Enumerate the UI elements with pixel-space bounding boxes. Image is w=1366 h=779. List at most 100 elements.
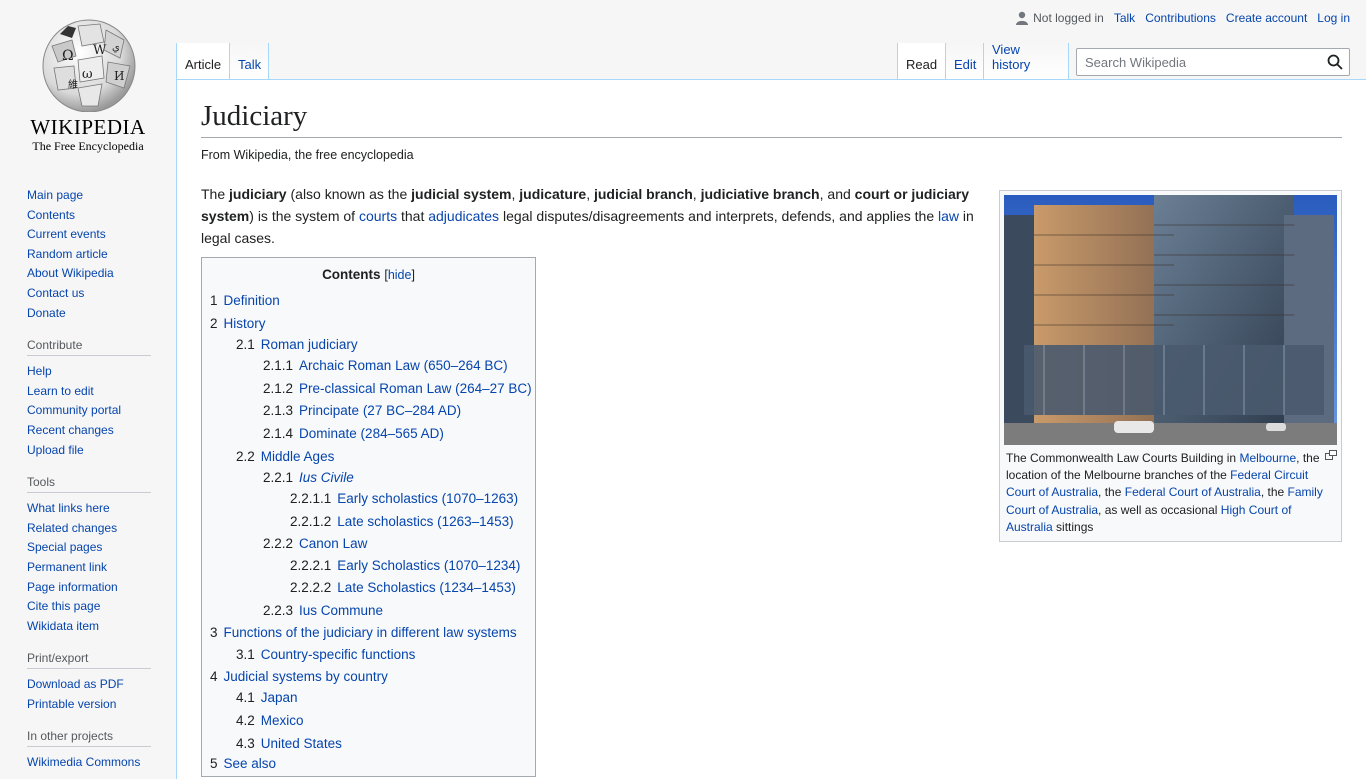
sidebar-item-wikidata-item[interactable]: Wikidata item [27, 619, 99, 633]
toc-item[interactable]: 2.2.1.1 Early scholastics (1070–1263) [290, 491, 518, 506]
toc-item-link[interactable]: Functions of the judiciary in different … [224, 625, 517, 640]
toc-item[interactable]: 2.1.3 Principate (27 BC–284 AD) [263, 403, 461, 418]
toc-item-link[interactable]: Archaic Roman Law (650–264 BC) [299, 358, 508, 373]
toc-item[interactable]: 2.2.1 Ius Civile [263, 470, 354, 485]
toc-item[interactable]: 5 See also [210, 756, 276, 771]
sidebar-item-help[interactable]: Help [27, 364, 52, 378]
toc-item-link[interactable]: Pre-classical Roman Law (264–27 BC) [299, 381, 532, 396]
toc-item-link[interactable]: Middle Ages [261, 449, 335, 464]
toc-item-link[interactable]: Canon Law [299, 536, 367, 551]
toc-item[interactable]: 2 History [210, 316, 266, 331]
toc-item[interactable]: 2.1 Roman judiciary [236, 337, 358, 352]
toc-item[interactable]: 3 Functions of the judiciary in different… [210, 625, 517, 640]
toc-item[interactable]: 2.1.1 Archaic Roman Law (650–264 BC) [263, 358, 508, 373]
toc-item-link[interactable]: Judicial systems by country [224, 669, 388, 684]
toc-item[interactable]: 2.1.4 Dominate (284–565 AD) [263, 426, 444, 441]
sidebar-item-related-changes[interactable]: Related changes [27, 521, 117, 535]
title-divider [201, 137, 1342, 138]
toc-item-link[interactable]: Ius Commune [299, 603, 383, 618]
toc-item[interactable]: 2.1.2 Pre-classical Roman Law (264–27 BC) [263, 381, 532, 396]
toc-item-link[interactable]: Dominate (284–565 AD) [299, 426, 444, 441]
sidebar-item-printable-version[interactable]: Printable version [27, 697, 116, 711]
toc-item-number: 2.1 [236, 337, 255, 352]
contributions-link[interactable]: Contributions [1145, 11, 1216, 25]
tab-read[interactable]: Read [897, 43, 945, 79]
toc-item-link[interactable]: Late Scholastics (1234–1453) [337, 580, 516, 595]
page-title: Judiciary [201, 100, 308, 132]
contribute-portal: Contribute Help Learn to edit Community … [27, 338, 157, 460]
toc-item[interactable]: 4.2 Mexico [236, 713, 304, 728]
other-projects-portal: In other projects Wikimedia Commons [27, 729, 157, 773]
link-law[interactable]: law [938, 208, 959, 224]
create-account-link[interactable]: Create account [1226, 11, 1307, 25]
toc-item-link[interactable]: Roman judiciary [261, 337, 358, 352]
toc-item-link[interactable]: Early Scholastics (1070–1234) [337, 558, 520, 573]
log-in-link[interactable]: Log in [1317, 11, 1350, 25]
wikipedia-logo[interactable]: Ω W И ω 維 ي WIKIPEDIA The Free Encyclope… [0, 0, 176, 160]
sidebar-item-what-links-here[interactable]: What links here [27, 501, 110, 515]
toc-item[interactable]: 4.1 Japan [236, 690, 298, 705]
search-box [1076, 48, 1350, 76]
toc-item[interactable]: 3.1 Country-specific functions [236, 647, 415, 662]
toc-item-link[interactable]: See also [224, 756, 277, 771]
tab-article[interactable]: Article [176, 43, 229, 79]
sidebar-item-contents[interactable]: Contents [27, 208, 75, 222]
link-melbourne[interactable]: Melbourne [1239, 451, 1296, 465]
search-button[interactable] [1327, 54, 1343, 75]
sidebar-item-main-page[interactable]: Main page [27, 188, 83, 202]
toc-item-number: 2.2.2.1 [290, 558, 332, 573]
sidebar-item-current-events[interactable]: Current events [27, 227, 106, 241]
sidebar-item-wikimedia-commons[interactable]: Wikimedia Commons [27, 755, 140, 769]
toc-item[interactable]: 2.2 Middle Ages [236, 449, 334, 464]
sidebar-item-community-portal[interactable]: Community portal [27, 403, 121, 417]
toc-item-link[interactable]: Definition [224, 293, 280, 308]
sidebar-item-cite-this-page[interactable]: Cite this page [27, 599, 100, 613]
link-adjudicates[interactable]: adjudicates [428, 208, 499, 224]
toc-item-number: 4.2 [236, 713, 255, 728]
toc-item-link[interactable]: Early scholastics (1070–1263) [337, 491, 518, 506]
toc-item-link[interactable]: Mexico [261, 713, 304, 728]
toc-item-link[interactable]: Japan [261, 690, 298, 705]
search-input[interactable] [1083, 54, 1313, 71]
toc-item-link[interactable]: Principate (27 BC–284 AD) [299, 403, 461, 418]
sidebar-item-learn-to-edit[interactable]: Learn to edit [27, 384, 94, 398]
talk-link[interactable]: Talk [1114, 11, 1135, 25]
toc-item[interactable]: 4 Judicial systems by country [210, 669, 388, 684]
lead-text: that [397, 208, 429, 224]
sidebar-item-special-pages[interactable]: Special pages [27, 540, 102, 554]
sidebar-item-recent-changes[interactable]: Recent changes [27, 423, 114, 437]
sidebar-item-permanent-link[interactable]: Permanent link [27, 560, 107, 574]
sidebar-item-download-pdf[interactable]: Download as PDF [27, 677, 124, 691]
toc-item-link[interactable]: Late scholastics (1263–1453) [337, 514, 513, 529]
sidebar-item-page-information[interactable]: Page information [27, 580, 118, 594]
sidebar-item-about-wikipedia[interactable]: About Wikipedia [27, 266, 114, 280]
link-federal-court[interactable]: Federal Court of Australia [1125, 485, 1261, 499]
toc-item-link[interactable]: United States [261, 736, 342, 751]
not-logged-in: Not logged in [1016, 11, 1104, 25]
toc-item-link[interactable]: Ius Civile [299, 470, 354, 485]
toc-item[interactable]: 2.2.2.1 Early Scholastics (1070–1234) [290, 558, 520, 573]
tab-edit[interactable]: Edit [945, 43, 983, 79]
sidebar-item-contact-us[interactable]: Contact us [27, 286, 84, 300]
toc-item[interactable]: 2.2.3 Ius Commune [263, 603, 383, 618]
link-courts[interactable]: courts [359, 208, 397, 224]
law-courts-building-image[interactable] [1004, 195, 1337, 445]
toc-item[interactable]: 2.2.2.2 Late Scholastics (1234–1453) [290, 580, 516, 595]
toc-item-link[interactable]: History [224, 316, 266, 331]
sidebar-item-random-article[interactable]: Random article [27, 247, 108, 261]
search-icon [1327, 54, 1343, 70]
tools-heading: Tools [27, 475, 151, 494]
toc-item[interactable]: 4.3 United States [236, 736, 342, 751]
sidebar-item-upload-file[interactable]: Upload file [27, 443, 84, 457]
toc-item[interactable]: 2.2.2 Canon Law [263, 536, 367, 551]
lead-bold-judicature: judicature [519, 186, 587, 202]
toc-hide-toggle[interactable]: hide [388, 268, 412, 282]
toc-item[interactable]: 1 Definition [210, 293, 280, 308]
toc-item-link[interactable]: Country-specific functions [261, 647, 416, 662]
sidebar-item-donate[interactable]: Donate [27, 306, 66, 320]
toc-item[interactable]: 2.2.1.2 Late scholastics (1263–1453) [290, 514, 514, 529]
tab-talk[interactable]: Talk [229, 43, 269, 79]
lead-text: (also known as the [286, 186, 412, 202]
tab-view-history[interactable]: View history [983, 42, 1069, 79]
toc-item-number: 4.3 [236, 736, 255, 751]
